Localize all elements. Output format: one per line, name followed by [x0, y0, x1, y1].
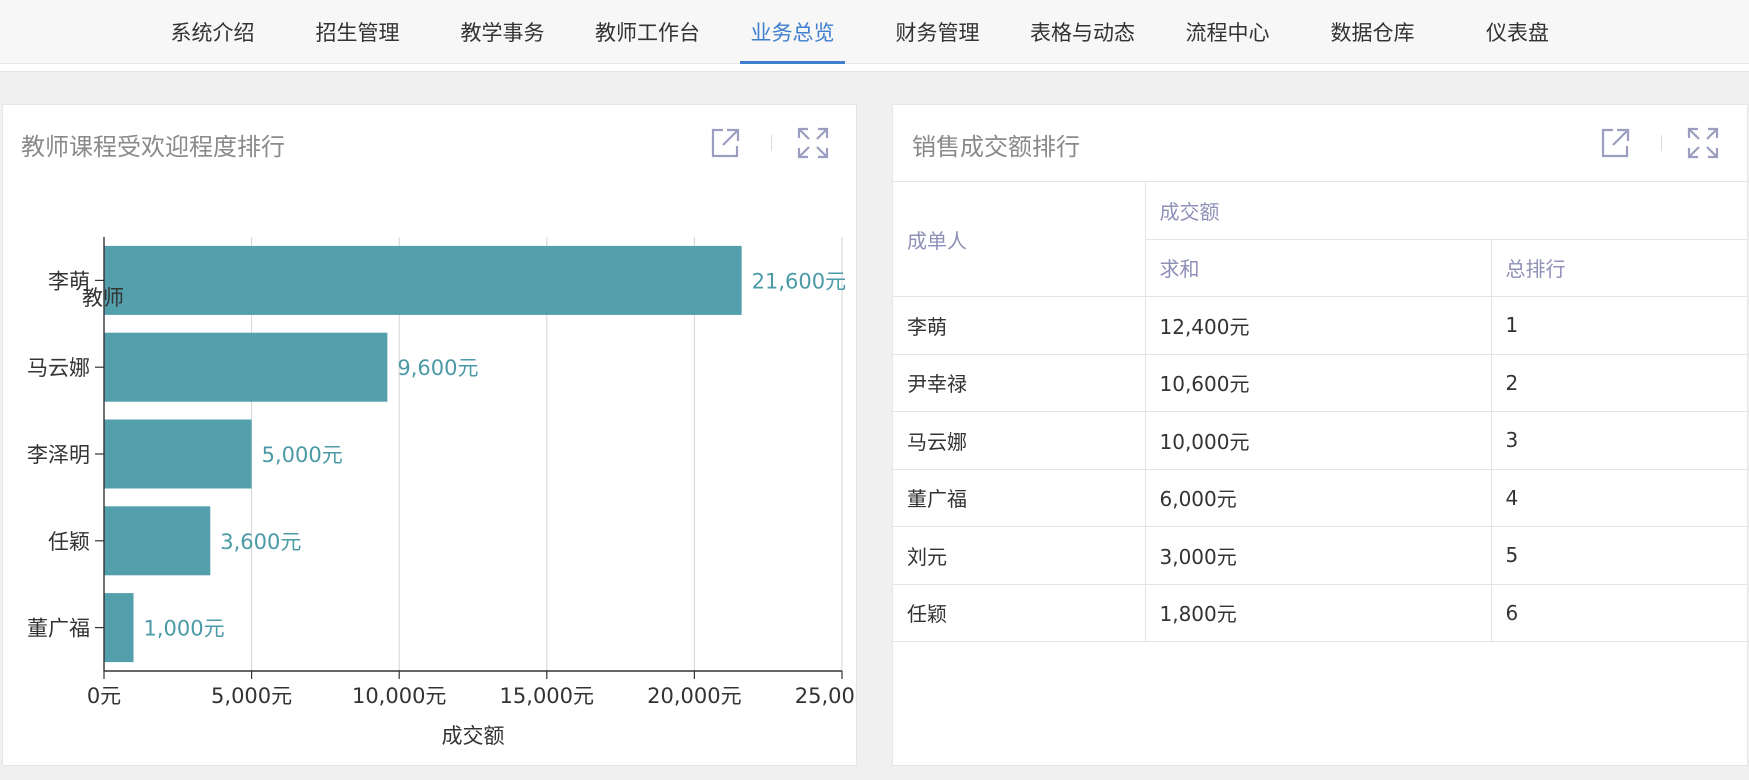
table-row: 董广福 6,000元 4 — [893, 468, 1748, 527]
fullscreen-icon[interactable] — [1685, 125, 1721, 161]
x-tick-label: 15,000元 — [500, 684, 594, 708]
cell-name: 刘元 — [893, 526, 1146, 585]
tab-dashboard[interactable]: 仪表盘 — [1445, 0, 1590, 64]
cell-amount: 10,000元 — [1144, 411, 1492, 470]
subheader-strip — [0, 64, 1749, 72]
cell-name: 尹幸禄 — [893, 353, 1146, 412]
tab-system-intro[interactable]: 系统介绍 — [140, 0, 285, 64]
x-tick-label: 5,000元 — [211, 684, 292, 708]
cell-name: 任颖 — [893, 583, 1146, 642]
y-tick-label: 马云娜 — [27, 356, 90, 380]
tab-business-overview[interactable]: 业务总览 — [720, 0, 865, 64]
tool-separator — [1661, 135, 1662, 151]
tab-data-warehouse[interactable]: 数据仓库 — [1300, 0, 1445, 64]
cell-amount: 1,800元 — [1144, 583, 1492, 642]
x-tick-label: 0元 — [87, 684, 121, 708]
bar — [104, 245, 742, 315]
x-axis-title: 成交额 — [442, 724, 505, 748]
tab-teacher-workbench[interactable]: 教师工作台 — [575, 0, 720, 64]
cell-rank: 2 — [1490, 353, 1748, 412]
cell-amount: 3,000元 — [1144, 526, 1492, 585]
cell-name: 董广福 — [893, 468, 1146, 527]
tab-process-center[interactable]: 流程中心 — [1155, 0, 1300, 64]
header-sum[interactable]: 求和 — [1145, 238, 1492, 297]
y-axis-title: 教师 — [82, 286, 124, 310]
cell-amount: 10,600元 — [1144, 353, 1492, 412]
x-tick-label: 10,000元 — [352, 684, 446, 708]
bar-value-label: 5,000元 — [262, 443, 343, 467]
teacher-sales-bar-chart: 21,600元李萌9,600元马云娜5,000元李泽明3,600元任颖1,000… — [27, 237, 856, 748]
cell-name: 李萌 — [893, 296, 1146, 355]
header-person[interactable]: 成单人 — [893, 181, 1146, 297]
sales-ranking-table: 成单人 成交额 求和 总排行 李萌 12,400元 1 尹幸禄 10,600元 … — [893, 181, 1748, 642]
header-rank[interactable]: 总排行 — [1490, 238, 1748, 297]
bar-value-label: 9,600元 — [397, 356, 478, 380]
bar-value-label: 21,600元 — [752, 269, 846, 293]
bar-value-label: 1,000元 — [144, 617, 225, 641]
cell-rank: 1 — [1490, 296, 1748, 355]
bar — [104, 593, 134, 663]
table-row: 马云娜 10,000元 3 — [893, 411, 1748, 470]
table-row: 刘元 3,000元 5 — [893, 526, 1748, 585]
bar — [104, 419, 252, 489]
table-row: 任颖 1,800元 6 — [893, 583, 1748, 642]
export-icon[interactable] — [1597, 125, 1633, 161]
export-icon[interactable] — [707, 125, 743, 161]
cell-rank: 5 — [1490, 526, 1748, 585]
bar-value-label: 3,600元 — [220, 530, 301, 554]
table-row: 尹幸禄 10,600元 2 — [893, 353, 1748, 412]
header-amount-group[interactable]: 成交额 — [1144, 181, 1748, 240]
cell-amount: 12,400元 — [1144, 296, 1492, 355]
bar — [104, 332, 388, 402]
x-tick-label: 25,000元 — [795, 684, 856, 708]
sales-ranking-panel: 销售成交额排行 成单人 成交额 求和 总排行 李萌 12,400元 1 尹幸禄 … — [892, 104, 1748, 766]
panel-title: 销售成交额排行 — [912, 133, 1080, 161]
panel-title: 教师课程受欢迎程度排行 — [21, 133, 285, 161]
bar — [104, 506, 211, 576]
y-tick-label: 董广福 — [27, 617, 90, 641]
table-row: 李萌 12,400元 1 — [893, 296, 1748, 355]
fullscreen-icon[interactable] — [795, 125, 831, 161]
nav-tabs: 系统介绍 招生管理 教学事务 教师工作台 业务总览 财务管理 表格与动态 流程中… — [140, 0, 1590, 64]
y-tick-label: 李泽明 — [27, 443, 90, 467]
y-tick-label: 任颖 — [48, 530, 90, 554]
panel-header: 销售成交额排行 — [893, 105, 1747, 181]
cell-amount: 6,000元 — [1144, 468, 1492, 527]
tab-teaching-affairs[interactable]: 教学事务 — [430, 0, 575, 64]
top-navigation: 系统介绍 招生管理 教学事务 教师工作台 业务总览 财务管理 表格与动态 流程中… — [0, 0, 1749, 64]
panel-header: 教师课程受欢迎程度排行 — [3, 105, 856, 181]
tab-tables-dynamics[interactable]: 表格与动态 — [1010, 0, 1155, 64]
tab-finance[interactable]: 财务管理 — [865, 0, 1010, 64]
cell-rank: 6 — [1490, 583, 1748, 642]
teacher-popularity-panel: 教师课程受欢迎程度排行 21,600元 李萌 9,600元 马云娜 5,000元 李泽明 3… — [2, 104, 857, 766]
cell-rank: 3 — [1490, 411, 1748, 470]
cell-rank: 4 — [1490, 468, 1748, 527]
x-tick-label: 20,000元 — [647, 684, 741, 708]
tab-enrollment[interactable]: 招生管理 — [285, 0, 430, 64]
tool-separator — [771, 135, 772, 151]
cell-name: 马云娜 — [893, 411, 1146, 470]
